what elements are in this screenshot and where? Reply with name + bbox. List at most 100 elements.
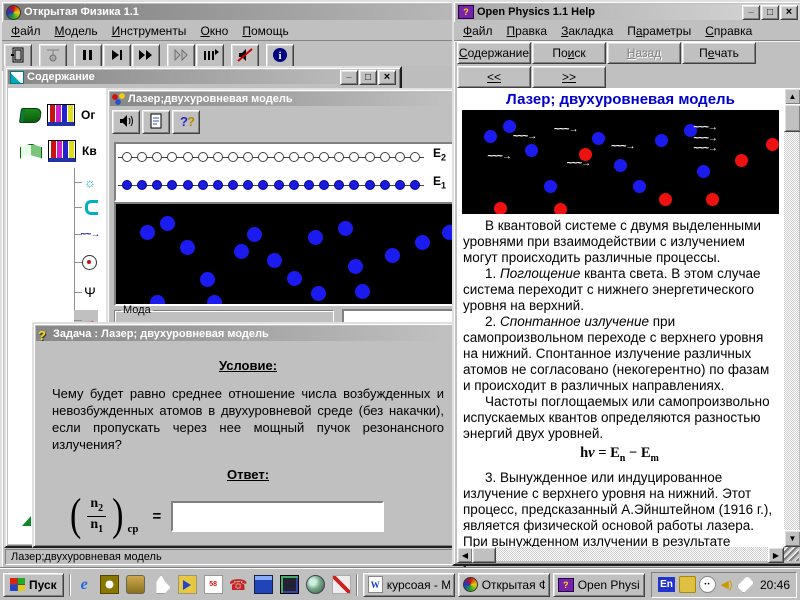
help-menu-help[interactable]: Справка	[698, 23, 759, 39]
vertical-scrollbar	[784, 88, 799, 547]
scheduler-icon[interactable]	[100, 575, 119, 594]
atom-ground-circle	[334, 180, 344, 190]
resize-grip[interactable]	[784, 547, 799, 561]
task-button[interactable]: Open Physics...	[553, 573, 645, 597]
atom-ground-circle	[213, 180, 223, 190]
task-titlebar[interactable]: Задача : Лазер; двухуровневая модель	[36, 326, 460, 341]
svg-text:i: i	[278, 50, 281, 62]
start-button[interactable]: Пуск	[3, 573, 64, 597]
red-atom-dot	[494, 202, 507, 214]
main-menu-file[interactable]: Файл	[4, 23, 48, 39]
tree-item-quantum[interactable]: Кв	[20, 140, 97, 162]
main-menu-tools[interactable]: Инструменты	[105, 23, 194, 39]
play-icon[interactable]	[178, 575, 197, 594]
face-icon[interactable]	[699, 576, 716, 593]
maximize-button[interactable]	[359, 70, 377, 85]
scroll-right-button[interactable]	[768, 547, 784, 563]
main-menu-window[interactable]: Окно	[193, 23, 235, 39]
help-menu-bookmark[interactable]: Закладка	[554, 23, 620, 39]
notes-button[interactable]	[142, 110, 170, 134]
fast-forward-button[interactable]	[132, 44, 160, 69]
app-pinwheel-icon	[6, 5, 21, 20]
task-button[interactable]: Открытая Ф...	[458, 573, 550, 597]
blue-atom-dot	[415, 235, 430, 250]
media-icon[interactable]	[126, 575, 145, 594]
maximize-button[interactable]	[761, 5, 779, 20]
atom-excited-circle	[228, 152, 238, 162]
tree-child-item[interactable]	[74, 252, 97, 272]
red-atom-dot	[659, 193, 672, 206]
tree-child-item[interactable]	[74, 172, 98, 192]
close-button[interactable]	[378, 70, 396, 85]
close-button[interactable]	[780, 5, 798, 20]
info-button[interactable]: i	[266, 44, 294, 69]
answer-input[interactable]	[171, 501, 384, 532]
tree-item-toc[interactable]: Ог	[20, 104, 95, 126]
exit-door-button[interactable]	[4, 44, 32, 69]
help-button-print[interactable]: Печать	[682, 42, 756, 64]
step-forward-button[interactable]	[103, 44, 131, 69]
main-menu-model[interactable]: Модель	[48, 23, 105, 39]
ie-icon[interactable]	[76, 576, 93, 593]
volume-icon[interactable]	[719, 577, 734, 592]
speaker-button[interactable]	[112, 110, 140, 134]
notes-icon	[146, 113, 166, 132]
main-menu-help[interactable]: Помощь	[235, 23, 295, 39]
help-menu-edit[interactable]: Правка	[500, 23, 555, 39]
atom-excited-circle	[137, 152, 147, 162]
help-button-search[interactable]: Поиск	[532, 42, 606, 64]
task-button[interactable]: курсоая - Mi...	[363, 573, 455, 597]
plot-button[interactable]	[39, 44, 67, 69]
dialer-icon[interactable]	[204, 575, 223, 594]
atom-excited-circle	[122, 152, 132, 162]
help-button-prev[interactable]: <<	[457, 66, 531, 88]
phone-icon[interactable]	[230, 576, 247, 593]
main-titlebar[interactable]: Открытая Физика 1.1	[4, 4, 462, 20]
stylus-icon[interactable]	[737, 576, 754, 593]
minimize-button[interactable]	[742, 5, 760, 20]
task-buttons: курсоая - Mi... Открытая Ф...Open Physics…	[363, 573, 645, 597]
draw-icon[interactable]	[332, 575, 351, 594]
help-menu-file[interactable]: Файл	[456, 23, 500, 39]
display-icon[interactable]	[280, 575, 299, 594]
help-menu-options[interactable]: Параметры	[620, 23, 698, 39]
double-arrow-button[interactable]	[167, 44, 195, 69]
contents-titlebar[interactable]: Содержание	[8, 70, 398, 84]
equals-sign: =	[152, 508, 161, 525]
window-icon[interactable]	[254, 575, 273, 594]
scroll-left-button[interactable]	[457, 547, 473, 563]
double-arrow-icon	[171, 47, 191, 66]
language-indicator[interactable]: En	[658, 577, 675, 592]
scroll-up-button[interactable]	[784, 88, 800, 105]
horizontal-scroll-thumb[interactable]	[472, 547, 496, 563]
help-content: Лазер; двухуровневая модель ~~~→~~~→~~~→…	[457, 88, 784, 547]
laser-titlebar[interactable]: Лазер;двухуровневая модель	[110, 92, 458, 106]
hand-pen-icon[interactable]	[152, 575, 171, 594]
bars-step-button[interactable]	[196, 44, 224, 69]
tree-child-item[interactable]	[74, 197, 98, 217]
pause-button[interactable]	[74, 44, 102, 69]
help-titlebar[interactable]: Open Physics 1.1 Help	[456, 4, 800, 20]
horizontal-scrollbar	[457, 547, 784, 561]
tree-child-item[interactable]	[74, 224, 98, 244]
mute-speaker-button[interactable]	[231, 44, 259, 69]
globe-icon[interactable]	[306, 575, 325, 594]
vertical-scroll-thumb[interactable]	[784, 104, 800, 132]
closed-book-icon	[19, 108, 42, 123]
tree-child-item[interactable]	[74, 282, 98, 302]
minimize-button[interactable]	[340, 70, 358, 85]
scroll-down-button[interactable]	[784, 530, 800, 547]
blue-atom-dot	[180, 240, 195, 255]
help-buttonrow-1: СодержаниеПоискНазадПечать	[454, 41, 800, 65]
main-window-title: Открытая Физика 1.1	[24, 6, 460, 18]
help-button-next[interactable]: >>	[532, 66, 606, 88]
photon-wave-icon: ~~~→	[513, 131, 537, 142]
tree-stub-line	[74, 182, 82, 183]
sound-scheme-icon[interactable]	[679, 576, 696, 593]
psi-icon	[82, 284, 98, 300]
task-button-label: курсоая - Mi...	[387, 578, 450, 592]
help-button-contents[interactable]: Содержание	[457, 42, 531, 64]
red-atom-dot	[706, 193, 719, 206]
right-paren: )	[112, 493, 123, 539]
double-question-button[interactable]: ??	[172, 110, 200, 134]
